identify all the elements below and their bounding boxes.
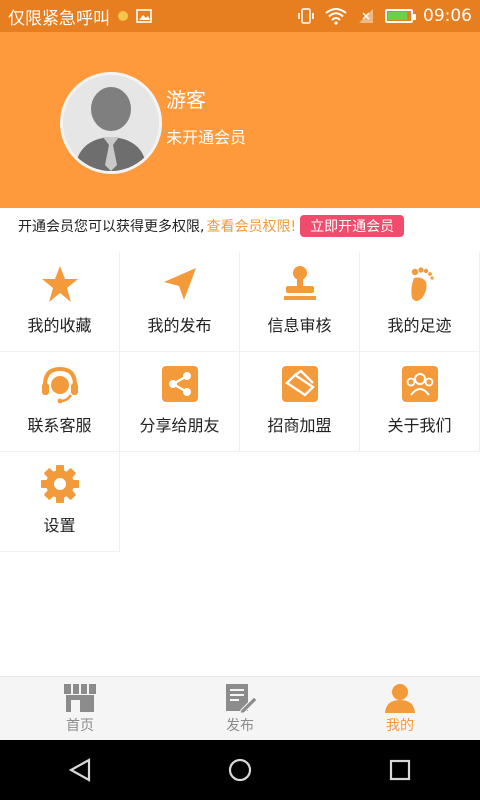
recent-apps-icon[interactable] [387, 757, 413, 783]
send-icon [163, 268, 196, 300]
nav-label-home: 首页 [66, 718, 94, 734]
status-time: 09:06 [423, 6, 472, 26]
star-icon [41, 266, 78, 302]
profile-name: 游客 [166, 88, 206, 112]
menu-item-label: 我的发布 [147, 316, 212, 335]
footprint-icon [410, 267, 434, 301]
menu-item-label: 招商加盟 [267, 416, 332, 435]
carrier-text: 仅限紧急呼叫 [8, 8, 110, 29]
member-strip-text: 开通会员您可以获得更多权限, [18, 219, 205, 235]
notification-dot-icon [118, 11, 128, 21]
view-member-rights-link[interactable]: 查看会员权限! [206, 216, 296, 236]
home-icon[interactable] [227, 757, 253, 783]
stamp-icon [283, 266, 316, 300]
handshake-icon [281, 366, 318, 402]
menu-item-customer-service[interactable]: 联系客服 [0, 352, 120, 452]
menu-item-label: 我的收藏 [27, 316, 92, 335]
user-icon [385, 684, 415, 713]
nav-item-mine[interactable]: 我的 [320, 677, 480, 741]
avatar[interactable] [60, 72, 162, 174]
menu-item-favorites[interactable]: 我的收藏 [0, 252, 120, 352]
share-icon [161, 366, 198, 402]
menu-item-franchise[interactable]: 招商加盟 [240, 352, 360, 452]
menu-item-label: 联系客服 [27, 416, 92, 435]
member-strip: 开通会员您可以获得更多权限, 查看会员权限! 立即开通会员 [0, 208, 480, 244]
nav-item-home[interactable]: 首页 [0, 677, 160, 741]
bottom-nav: 首页 发布 我的 [0, 676, 480, 741]
wifi-icon [325, 8, 347, 25]
store-icon [64, 684, 96, 712]
menu-item-review[interactable]: 信息审核 [240, 252, 360, 352]
menu-item-my-posts[interactable]: 我的发布 [120, 252, 240, 352]
status-left: 仅限紧急呼叫 [8, 4, 152, 29]
signal-icon [359, 9, 373, 23]
battery-icon [385, 9, 416, 23]
menu-item-label: 分享给朋友 [139, 416, 220, 435]
system-nav-bar [0, 740, 480, 800]
nav-item-post[interactable]: 发布 [160, 677, 320, 741]
default-avatar-icon [63, 75, 159, 171]
menu-item-label: 我的足迹 [387, 316, 452, 335]
edit-document-icon [226, 684, 257, 713]
vibrate-icon [298, 8, 314, 24]
image-notification-icon [136, 9, 152, 23]
menu-item-about-us[interactable]: 关于我们 [360, 352, 480, 452]
nav-label-mine: 我的 [386, 718, 414, 734]
nav-label-post: 发布 [226, 718, 254, 734]
battery-fill [388, 12, 408, 20]
headset-icon [41, 366, 78, 404]
status-right: 09:06 [297, 6, 472, 26]
menu-item-settings[interactable]: 设置 [0, 452, 120, 552]
menu-item-label: 信息审核 [267, 316, 332, 335]
status-bar: 仅限紧急呼叫 09:06 [0, 0, 480, 32]
back-icon[interactable] [67, 757, 93, 783]
membership-status: 未开通会员 [166, 128, 247, 147]
menu-item-share[interactable]: 分享给朋友 [120, 352, 240, 452]
open-membership-button[interactable]: 立即开通会员 [300, 215, 405, 237]
menu-item-label: 设置 [43, 516, 76, 535]
gear-icon [40, 465, 79, 503]
profile-header: 游客 未开通会员 [0, 32, 480, 208]
group-icon [401, 366, 438, 402]
menu-item-footprints[interactable]: 我的足迹 [360, 252, 480, 352]
menu-item-label: 关于我们 [387, 416, 452, 435]
